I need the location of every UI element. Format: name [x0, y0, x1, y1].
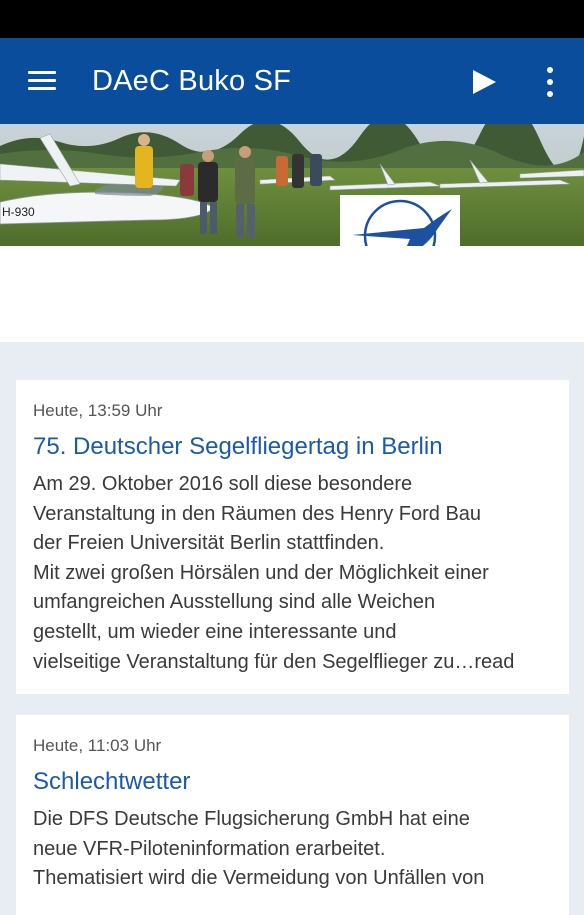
news-date: Heute, 11:03 Uhr	[33, 736, 162, 755]
more-vert-icon[interactable]	[538, 65, 562, 99]
news-excerpt: Am 29. Oktober 2016 soll diese besondere…	[33, 473, 515, 673]
play-icon[interactable]	[468, 66, 500, 98]
news-title-link[interactable]: 75. Deutscher Segelfliegertag in Berlin	[33, 432, 552, 462]
news-date: Heute, 13:59 Uhr	[33, 401, 163, 420]
news-excerpt: Die DFS Deutsche Flugsicherung GmbH hat …	[33, 808, 485, 890]
header-banner-image: H-930	[0, 124, 584, 246]
app-title: DAeC Buko SF	[92, 65, 292, 97]
status-bar	[0, 0, 584, 38]
svg-text:H-930: H-930	[2, 205, 35, 219]
app-bar: DAeC Buko SF	[0, 38, 584, 124]
news-title-link[interactable]: Schlechtwetter	[33, 767, 552, 797]
header-spacer	[0, 246, 584, 342]
news-card[interactable]: Heute, 11:03 Uhr Schlechtwetter Die DFS …	[16, 715, 569, 915]
news-card[interactable]: Heute, 13:59 Uhr 75. Deutscher Segelflie…	[16, 380, 569, 694]
hamburger-menu-icon[interactable]	[24, 66, 60, 96]
